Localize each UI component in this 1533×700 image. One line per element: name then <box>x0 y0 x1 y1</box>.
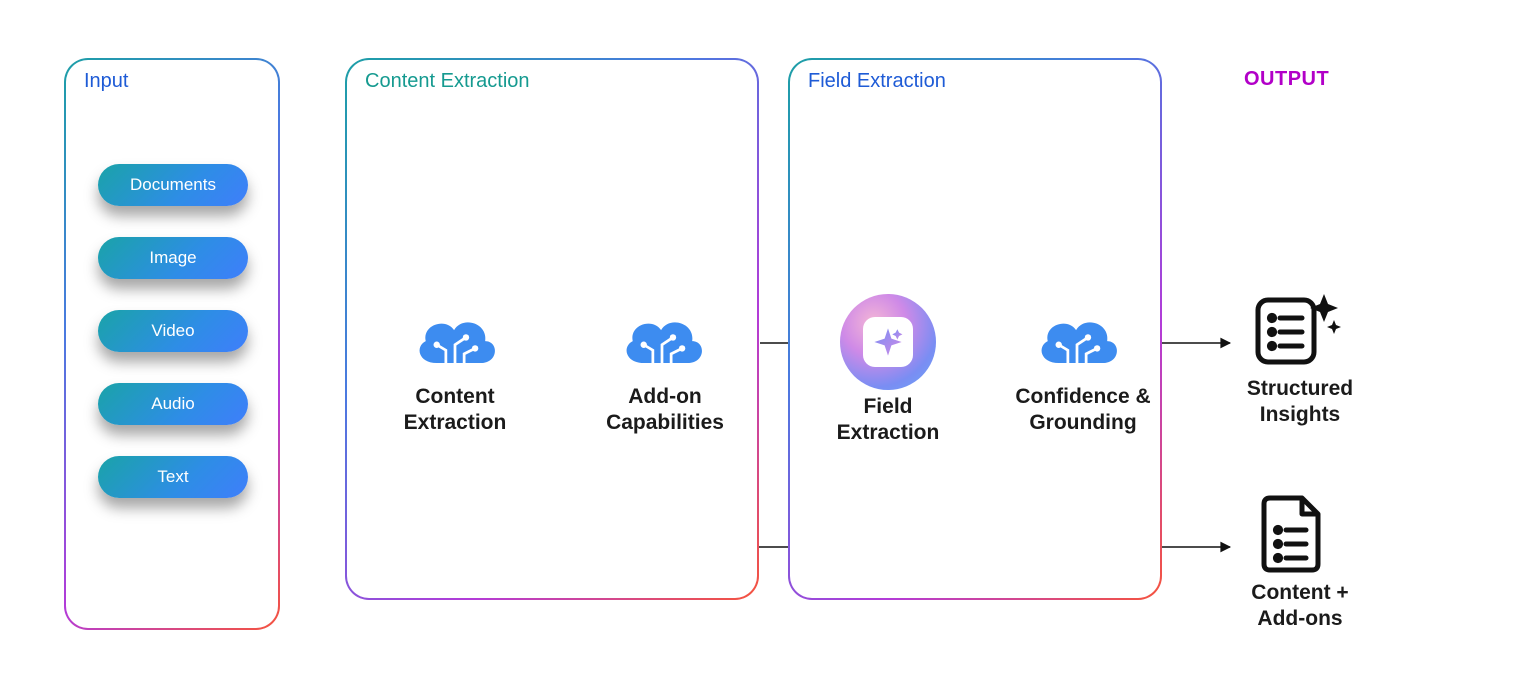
label-confidence-grounding: Confidence &Grounding <box>1008 384 1158 437</box>
label-content-addons: Content +Add-ons <box>1240 580 1360 633</box>
panel-title-input: Input <box>84 70 128 93</box>
sparkle-app-icon <box>840 294 936 390</box>
document-list-icon <box>1258 492 1328 574</box>
label-addon-capabilities: Add-onCapabilities <box>600 384 730 437</box>
cloud-circuit-icon <box>615 310 709 374</box>
input-pill-audio: Audio <box>98 383 248 425</box>
input-pill-image: Image <box>98 237 248 279</box>
input-pill-documents: Documents <box>98 164 248 206</box>
label-structured-insights: StructuredInsights <box>1240 376 1360 429</box>
structured-insights-icon <box>1252 290 1342 370</box>
input-pill-text: Text <box>98 456 248 498</box>
cloud-circuit-icon <box>1030 310 1124 374</box>
cloud-circuit-icon <box>408 310 502 374</box>
label-field-extraction: FieldExtraction <box>832 394 944 447</box>
output-heading: OUTPUT <box>1244 68 1329 91</box>
panel-title-content: Content Extraction <box>365 70 530 93</box>
label-content-extraction: ContentExtraction <box>400 384 510 437</box>
panel-input: Input Documents Image Video Audio Text <box>64 58 280 630</box>
panel-title-field: Field Extraction <box>808 70 946 93</box>
input-pill-video: Video <box>98 310 248 352</box>
